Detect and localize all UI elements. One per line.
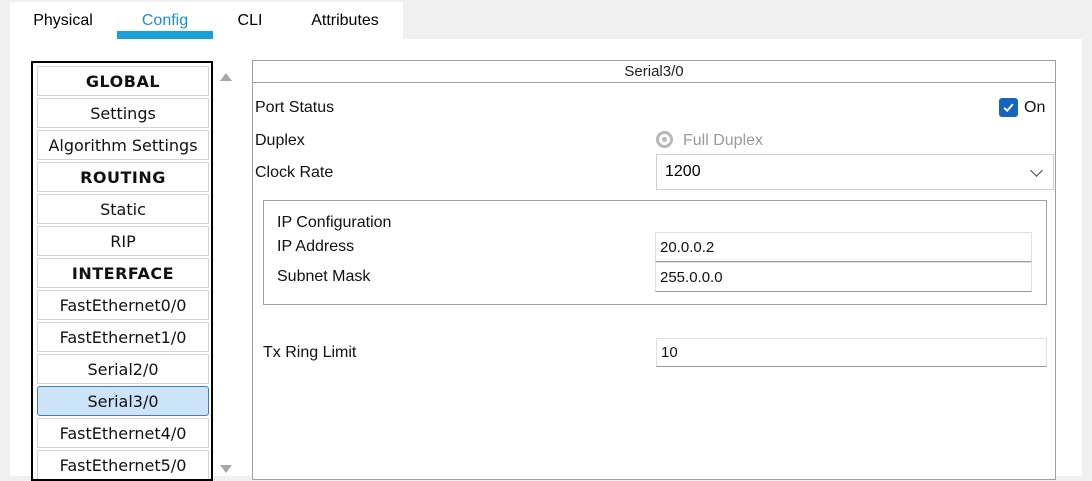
check-icon <box>1003 103 1014 113</box>
nav-item-serial2-0[interactable]: Serial2/0 <box>37 354 209 384</box>
subnet-mask-label: Subnet Mask <box>277 268 371 285</box>
port-status-checkbox[interactable] <box>999 98 1018 117</box>
arrow-down-icon[interactable] <box>220 465 232 473</box>
nav-item-algorithm-settings[interactable]: Algorithm Settings <box>37 130 209 160</box>
ip-address-label: IP Address <box>277 238 355 255</box>
tab-physical[interactable]: Physical <box>18 2 108 39</box>
clock-rate-select[interactable]: 1200 <box>656 154 1054 190</box>
config-nav-list: GLOBAL Settings Algorithm Settings ROUTI… <box>31 61 213 481</box>
port-status-label: Port Status <box>255 99 335 116</box>
arrow-up-icon[interactable] <box>220 73 232 81</box>
nav-item-settings[interactable]: Settings <box>37 98 209 128</box>
interface-settings-panel: Serial3/0 Port Status On Duplex Full Dup… <box>252 60 1056 480</box>
nav-item-rip[interactable]: RIP <box>37 226 209 256</box>
duplex-label: Duplex <box>255 132 305 149</box>
nav-header-interface: INTERFACE <box>37 258 209 288</box>
port-status-value: On <box>1024 99 1046 116</box>
nav-item-fastethernet4-0[interactable]: FastEthernet4/0 <box>37 418 209 448</box>
tx-ring-limit-label: Tx Ring Limit <box>263 344 357 361</box>
nav-item-serial3-0[interactable]: Serial3/0 <box>37 386 209 416</box>
nav-header-routing: ROUTING <box>37 162 209 192</box>
nav-header-global: GLOBAL <box>37 66 209 96</box>
tab-cli[interactable]: CLI <box>220 2 280 39</box>
tab-bar: Physical Config CLI Attributes <box>10 2 403 40</box>
subnet-mask-field[interactable]: 255.0.0.0 <box>655 262 1032 292</box>
ip-configuration-heading: IP Configuration <box>277 214 392 231</box>
interface-title: Serial3/0 <box>253 61 1055 83</box>
chevron-down-icon <box>1030 164 1043 177</box>
tab-attributes[interactable]: Attributes <box>295 2 395 39</box>
ip-configuration-group: IP Configuration IP Address 20.0.0.2 Sub… <box>263 200 1047 305</box>
clock-rate-label: Clock Rate <box>255 164 334 181</box>
nav-item-static[interactable]: Static <box>37 194 209 224</box>
nav-item-fastethernet0-0[interactable]: FastEthernet0/0 <box>37 290 209 320</box>
duplex-radio[interactable] <box>656 131 673 148</box>
tx-ring-limit-field[interactable]: 10 <box>656 338 1047 367</box>
duplex-value: Full Duplex <box>683 132 764 149</box>
clock-rate-value: 1200 <box>665 163 701 180</box>
nav-item-fastethernet1-0[interactable]: FastEthernet1/0 <box>37 322 209 352</box>
ip-address-field[interactable]: 20.0.0.2 <box>655 232 1032 262</box>
nav-scrollbar[interactable] <box>215 63 237 476</box>
